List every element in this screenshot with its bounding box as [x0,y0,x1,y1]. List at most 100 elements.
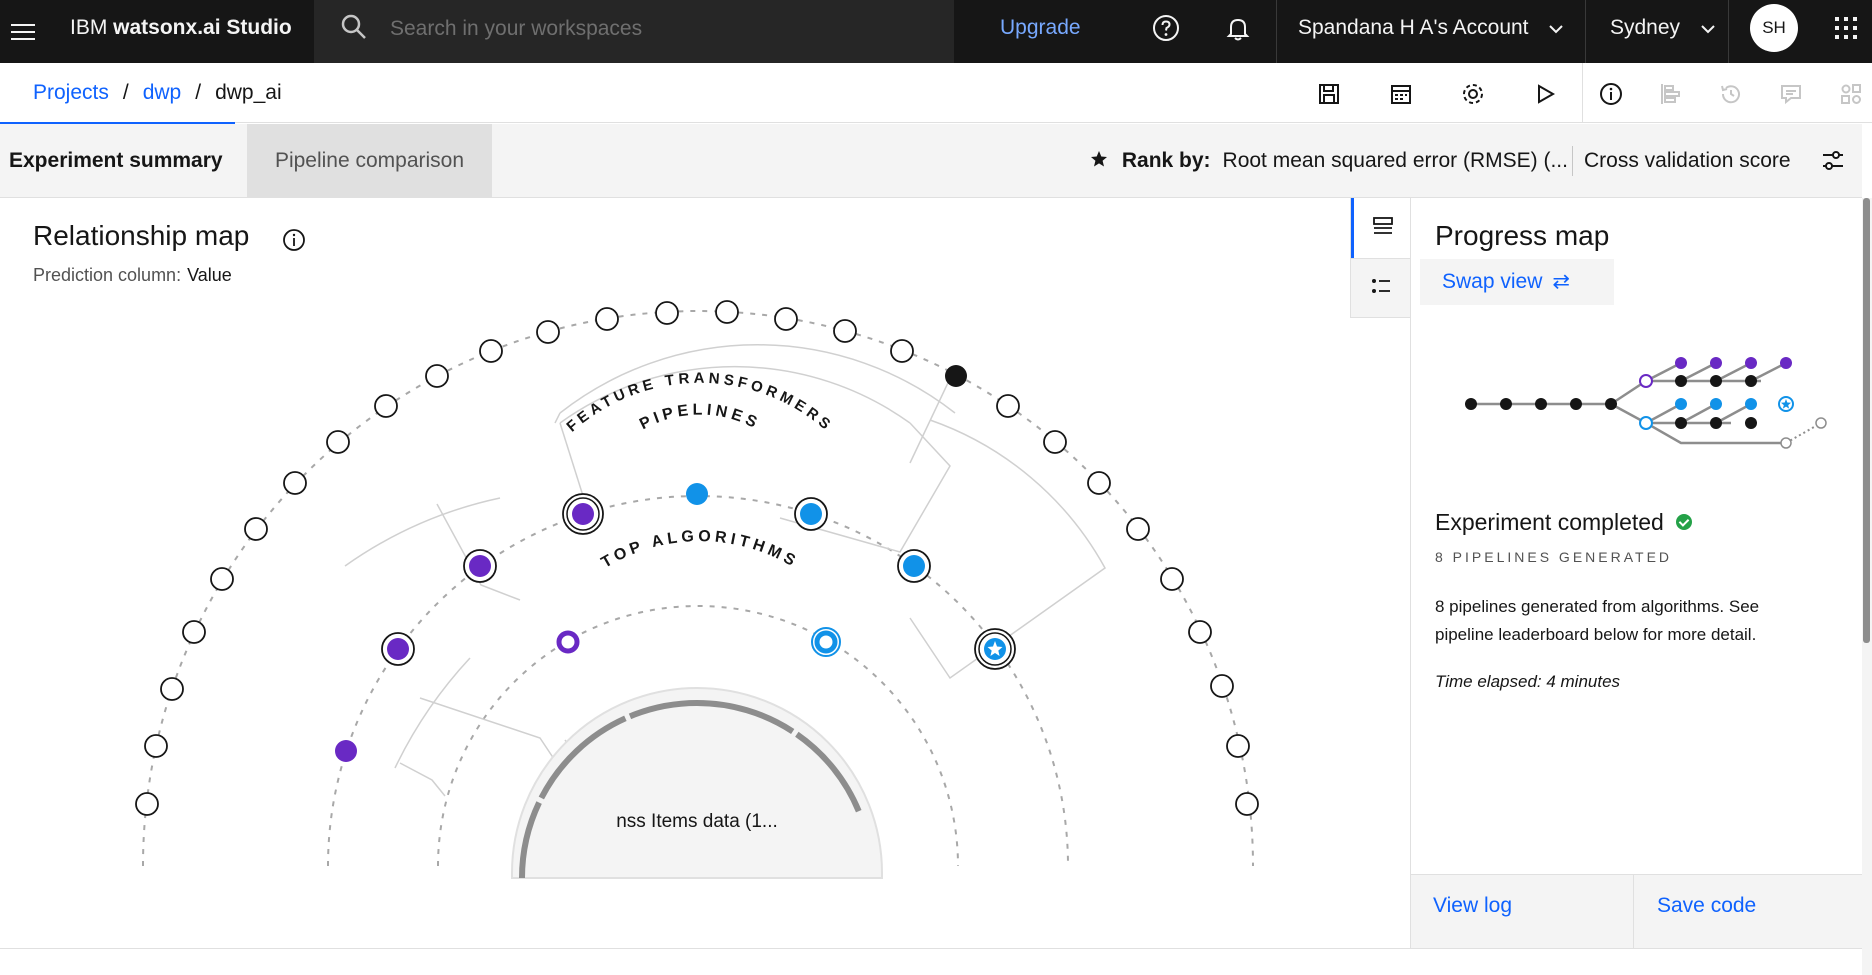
transformer-node[interactable] [244,517,268,541]
save-icon[interactable] [1316,81,1342,107]
help-icon[interactable] [1150,12,1182,44]
ring-label-pipelines: PIPELINES [637,402,763,434]
transformer-node[interactable] [182,620,206,644]
filter-settings-icon[interactable] [1818,146,1848,176]
details-view-toggle[interactable] [1351,258,1411,318]
progress-node-outline [1815,417,1827,429]
app-brand[interactable]: IBM watsonx.ai Studio [70,0,292,63]
run-icon[interactable] [1532,81,1558,107]
transformer-node[interactable] [774,307,798,331]
chevron-down-icon [1548,0,1564,56]
transformer-node[interactable] [283,471,307,495]
rank-by-label: Rank by: [1121,149,1211,172]
pipeline-node[interactable] [381,632,415,666]
transformer-node[interactable] [655,301,679,325]
history-icon[interactable] [1718,81,1744,107]
avatar[interactable]: SH [1750,4,1798,52]
breadcrumb-separator: / [122,81,129,104]
pipeline-node[interactable] [897,549,931,583]
search-input[interactable] [390,14,930,44]
transformer-node[interactable] [1188,620,1212,644]
account-switcher[interactable]: Spandana H A's Account [1298,0,1564,56]
transformer-node[interactable] [890,339,914,363]
tab-experiment-summary[interactable]: Experiment summary [0,124,247,197]
transformer-node[interactable] [425,364,449,388]
transformer-node[interactable] [1043,430,1067,454]
transformer-node-selected[interactable] [945,365,967,387]
upgrade-link[interactable]: Upgrade [1000,0,1081,56]
toolbar-divider [1582,63,1583,123]
swap-view-button[interactable]: Swap view ⇄ [1420,259,1614,305]
transformer-node[interactable] [326,430,350,454]
progress-node-blue [1710,398,1722,410]
progress-node-purple [1780,357,1792,369]
pipelines-generated-count: 8 PIPELINES GENERATED [1435,549,1673,565]
connector-line [399,762,446,797]
transformer-node[interactable] [715,300,739,324]
breadcrumb-projects[interactable]: Projects [33,81,109,104]
transformer-node[interactable] [1235,792,1259,816]
progress-node [1675,375,1687,387]
transformer-node[interactable] [595,307,619,331]
transformer-node[interactable] [160,677,184,701]
chevron-down-icon [1700,0,1716,56]
transformer-node[interactable] [374,394,398,418]
algorithm-node[interactable] [556,630,580,654]
tab-bar: Experiment summary Pipeline comparison R… [0,124,1862,198]
breadcrumb-project[interactable]: dwp [143,81,182,104]
transformer-node[interactable] [1126,517,1150,541]
cross-validation-score[interactable]: Cross validation score [1584,124,1791,197]
region-label: Sydney [1610,16,1681,39]
search-box[interactable] [314,0,954,63]
experiment-description: 8 pipelines generated from algorithms. S… [1435,597,1760,644]
pipeline-node-best[interactable] [974,628,1016,670]
pipeline-node[interactable] [794,497,828,531]
pipeline-node[interactable] [463,549,497,583]
algorithm-node[interactable] [811,627,841,657]
header-divider [1276,0,1277,63]
rank-by-selector[interactable]: Rank by: Root mean squared error (RMSE) (… [1090,124,1568,197]
scrollbar-thumb[interactable] [1863,198,1870,643]
transformer-node[interactable] [210,567,234,591]
comment-icon[interactable] [1778,81,1804,107]
assets-icon[interactable] [1838,81,1864,107]
pipeline-node[interactable] [335,740,357,762]
progress-node-purple [1710,357,1722,369]
transformer-node[interactable] [536,320,560,344]
app-switcher-icon[interactable] [1830,12,1862,44]
timeline-icon[interactable] [1658,81,1684,107]
region-switcher[interactable]: Sydney [1610,0,1716,56]
transformer-node[interactable] [1226,734,1250,758]
view-log-button[interactable]: View log [1433,875,1512,949]
save-code-button[interactable]: Save code [1657,875,1756,949]
info-icon[interactable] [1598,81,1624,107]
data-source-node[interactable] [511,687,883,879]
progress-node-purple [1675,357,1687,369]
notification-icon[interactable] [1222,12,1254,44]
calendar-icon[interactable] [1388,81,1414,107]
progress-mini-map [1465,357,1827,449]
transformer-node[interactable] [1160,567,1184,591]
transformer-node[interactable] [996,394,1020,418]
list-view-icon [1372,215,1394,242]
transformer-node[interactable] [135,792,159,816]
transformer-node[interactable] [479,339,503,363]
experiment-status-title: Experiment completed [1435,509,1664,535]
transformer-node[interactable] [1087,471,1111,495]
progress-node-purple [1745,357,1757,369]
progress-node [1745,417,1757,429]
transformer-node[interactable] [833,319,857,343]
pipeline-node[interactable] [562,493,604,535]
breadcrumb: Projects / dwp / dwp_ai [33,63,282,123]
transformer-node[interactable] [144,734,168,758]
time-elapsed: Time elapsed: 4 minutes [1435,672,1621,691]
transformer-node[interactable] [1210,674,1234,698]
menu-icon[interactable] [0,0,46,63]
settings-icon[interactable] [1460,81,1486,107]
pipeline-node[interactable] [686,483,708,505]
tab-pipeline-comparison[interactable]: Pipeline comparison [247,124,492,197]
list-view-toggle[interactable] [1351,198,1411,258]
relationship-map-visualization: FEATURE TRANSFORMERS PIPELINES TOP ALGOR… [135,300,1259,879]
progress-node [1605,398,1617,410]
rank-divider [1572,146,1573,176]
